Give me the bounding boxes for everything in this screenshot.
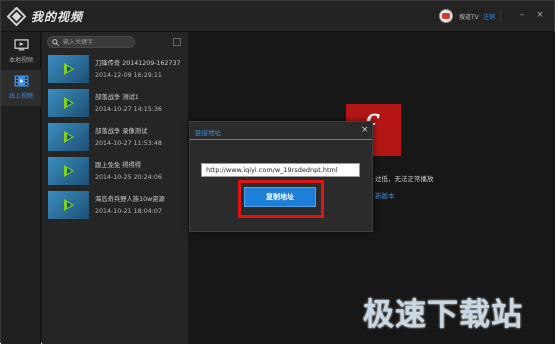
iqiyi-logo-icon xyxy=(64,63,74,75)
video-list-item[interactable]: 部落战争 录像测试 2014-10-27 11:53:48 xyxy=(42,120,188,154)
video-title: 刀锋传奇 20141209-162737 xyxy=(95,60,181,67)
nav-item-online-video[interactable]: 线上视频 xyxy=(1,70,41,106)
dialog-title: 链接地址 xyxy=(195,129,221,137)
iqiyi-logo-icon xyxy=(64,131,74,143)
url-field[interactable] xyxy=(201,163,360,177)
title-bar: 我的视频 搜道TV 注销 – × xyxy=(1,1,554,32)
app-logo-icon xyxy=(7,7,26,26)
video-title: 部落战争 测试1 xyxy=(95,94,139,101)
iqiyi-logo-icon xyxy=(64,165,74,177)
video-list-panel: 刀锋传奇 20141209-162737 2014-12-09 16:29:11… xyxy=(42,32,188,344)
logout-link[interactable]: 注销 xyxy=(483,12,495,21)
video-list-item[interactable]: 跟上免免 得得得 2014-10-25 20:24:06 xyxy=(42,154,188,188)
video-date: 2014-12-09 16:29:11 xyxy=(95,72,162,79)
video-title: 跟上免免 得得得 xyxy=(95,162,142,169)
user-name[interactable]: 搜道TV xyxy=(459,12,479,21)
online-video-icon xyxy=(14,75,29,87)
avatar[interactable] xyxy=(439,9,453,23)
view-toggle-icon[interactable] xyxy=(173,38,181,46)
flash-warning-text: 过低，无法正常播放 xyxy=(375,175,434,183)
app-title: 我的视频 xyxy=(31,10,84,24)
close-button[interactable]: × xyxy=(534,9,546,21)
left-nav: 本地视频 线上视频 xyxy=(1,32,41,344)
video-thumbnail xyxy=(48,157,89,185)
video-date: 2014-10-25 20:24:06 xyxy=(95,174,162,181)
search-icon xyxy=(52,39,59,46)
video-title: 部落战争 录像测试 xyxy=(95,128,148,135)
video-list-item[interactable]: 海岛奇兵野人族10w资源 2014-10-21 18:04:07 xyxy=(42,188,188,222)
video-thumbnail xyxy=(48,55,89,83)
nav-label-local: 本地视频 xyxy=(8,57,33,64)
video-date: 2014-10-27 11:53:48 xyxy=(95,140,162,147)
dialog-close-button[interactable]: × xyxy=(361,125,369,135)
search-box[interactable] xyxy=(47,36,135,48)
video-date: 2014-10-21 18:04:07 xyxy=(95,208,162,215)
flash-update-link[interactable]: 新版本 xyxy=(375,190,395,200)
dialog-header: 链接地址 × xyxy=(190,122,372,140)
minimize-button[interactable]: – xyxy=(516,9,528,21)
video-date: 2014-10-27 14:15:36 xyxy=(95,106,162,113)
video-title: 海岛奇兵野人族10w资源 xyxy=(95,196,165,203)
video-list-item[interactable]: 刀锋传奇 20141209-162737 2014-12-09 16:29:11 xyxy=(42,52,188,86)
iqiyi-logo-icon xyxy=(64,97,74,109)
video-thumbnail xyxy=(48,89,89,117)
nav-label-online: 线上视频 xyxy=(8,93,33,100)
copy-address-button[interactable]: 复制地址 xyxy=(244,187,316,207)
title-bar-divider xyxy=(500,10,501,22)
watermark: 极速下载站 xyxy=(363,297,523,333)
search-input[interactable] xyxy=(63,37,133,47)
video-thumbnail xyxy=(48,123,89,151)
video-list-item[interactable]: 部落战争 测试1 2014-10-27 14:15:36 xyxy=(42,86,188,120)
link-address-dialog: 链接地址 × 复制地址 xyxy=(189,121,373,232)
nav-item-local-video[interactable]: 本地视频 xyxy=(1,34,41,70)
monitor-icon xyxy=(14,39,29,51)
video-thumbnail xyxy=(48,191,89,219)
iqiyi-logo-icon xyxy=(64,199,74,211)
